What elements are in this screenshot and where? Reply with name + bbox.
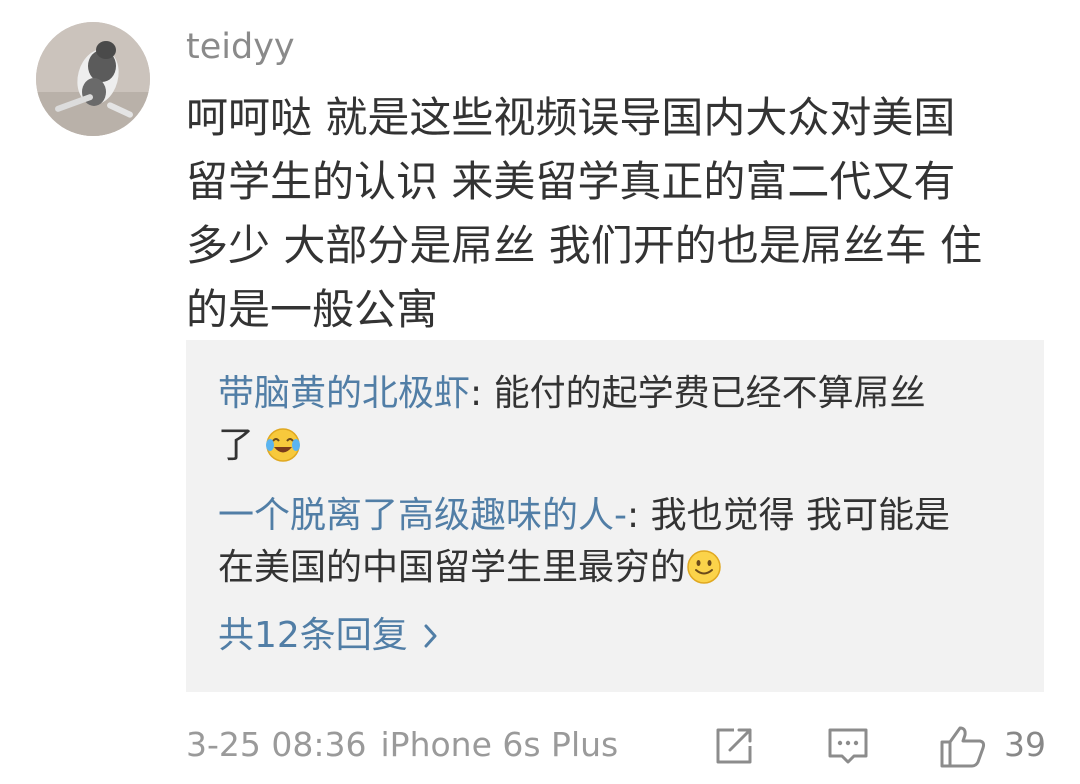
reply-author-link[interactable]: 带脑黄的北极虾 [218,373,470,414]
reply-line: 一个脱离了高级趣味的人-: 我也觉得 我可能是 [218,490,1018,542]
comment-line: 呵呵哒 就是这些视频误导国内大众对美国 [186,93,956,142]
reply-item[interactable]: 一个脱离了高级趣味的人-: 我也觉得 我可能是 在美国的中国留学生里最穷的 [218,490,1018,594]
share-button[interactable] [712,724,756,768]
like-count: 39 [1004,725,1046,764]
reply-text: 了 [218,425,255,466]
reply-author-link[interactable]: 一个脱离了高级趣味的人- [218,495,627,536]
laugh-cry-emoji-icon [266,428,301,462]
share-icon [716,728,752,764]
comment-timestamp: 3-25 08:36 [186,725,367,764]
chevron-right-icon [424,624,437,648]
reply-line: 带脑黄的北极虾: 能付的起学费已经不算屌丝 [218,368,1018,420]
comment-username[interactable]: teidyy [186,24,295,70]
reply-preview-box[interactable]: 带脑黄的北极虾: 能付的起学费已经不算屌丝 了 一个脱离了高级趣味的人-: 我也… [186,340,1044,692]
like-button[interactable] [938,724,988,768]
comment-line: 的是一般公寓 [186,285,439,334]
reply-line: 了 [218,420,1018,472]
reply-separator: : [470,373,494,414]
reply-text: 能付的起学费已经不算屌丝 [493,373,926,414]
smile-emoji-icon [687,550,721,584]
reply-button[interactable] [826,724,870,768]
comment-icon [828,728,868,764]
comment-line: 多少 大部分是屌丝 我们开的也是屌丝车 住 [186,221,983,270]
view-all-replies-label: 共12条回复 [218,615,408,656]
cat-avatar-image [36,22,150,136]
comment-device: iPhone 6s Plus [380,725,619,764]
reply-line: 在美国的中国留学生里最穷的 [218,542,1018,594]
comment-line: 留学生的认识 来美留学真正的富二代又有 [186,157,956,206]
reply-item[interactable]: 带脑黄的北极虾: 能付的起学费已经不算屌丝 了 [218,368,1018,472]
view-all-replies-link[interactable]: 共12条回复 [218,610,440,662]
reply-text: 在美国的中国留学生里最穷的 [218,547,687,588]
comment-footer: 3-25 08:36 iPhone 6s Plus 39 [186,720,1046,770]
comment-meta: 3-25 08:36 iPhone 6s Plus [186,720,618,770]
reply-text: 我也觉得 我可能是 [650,495,951,536]
comment-body: 呵呵哒 就是这些视频误导国内大众对美国 留学生的认识 来美留学真正的富二代又有 … [186,86,1046,342]
thumbs-up-icon [940,726,986,768]
reply-separator: : [627,495,651,536]
avatar[interactable] [36,22,150,136]
